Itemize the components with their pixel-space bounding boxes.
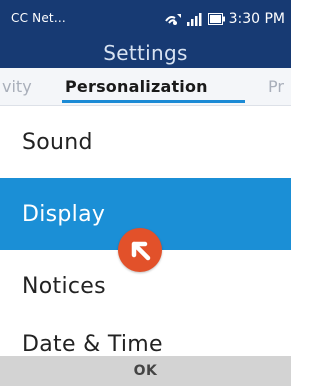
list-item-label: Date & Time [22,332,163,357]
tab-bar: vity Personalization Pr [0,68,291,106]
phone-screen: CC Net... 3:30 PM Settings vity Personal… [0,0,291,386]
wifi-calling-icon [164,12,182,26]
ok-softkey[interactable]: OK [134,363,158,379]
status-bar: CC Net... 3:30 PM [0,0,291,38]
carrier-name: CC Net... [11,11,66,25]
tab-previous[interactable]: vity [2,77,32,96]
cursor-marker [118,228,162,272]
header: Settings [0,38,291,68]
clock: 3:30 PM [228,11,285,27]
tab-next[interactable]: Pr [268,77,284,96]
list-item-label: Notices [22,273,106,299]
active-tab-indicator [62,100,245,103]
tab-personalization[interactable]: Personalization [65,77,208,96]
list-item-label: Display [22,201,106,227]
list-item-sound[interactable]: Sound [0,106,291,178]
arrow-up-left-icon [131,241,151,261]
battery-icon [207,13,225,25]
list-item-label: Sound [22,129,93,155]
softkey-bar: OK [0,356,291,386]
signal-icon [186,12,203,26]
page-title: Settings [103,41,188,65]
status-icons: 3:30 PM [164,9,285,29]
